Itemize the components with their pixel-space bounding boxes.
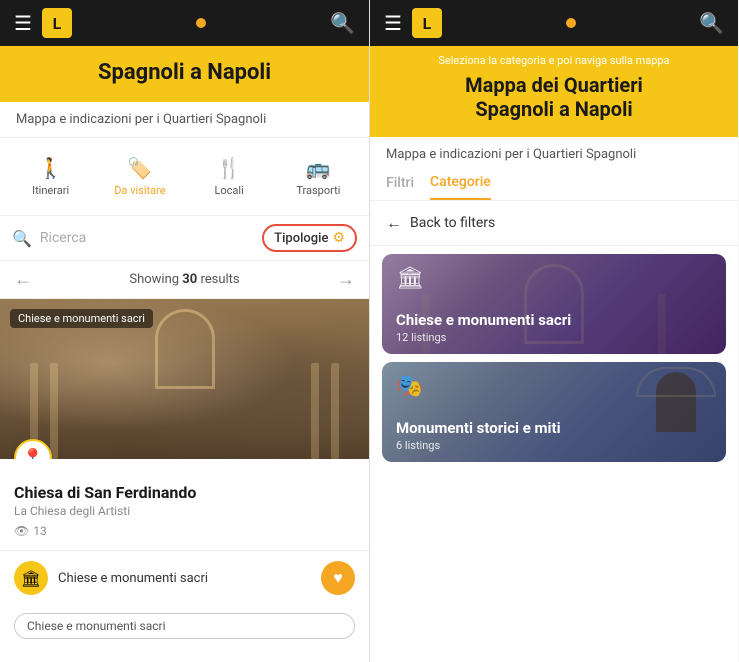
category-card-chiese[interactable]: 🏛 Chiese e monumenti sacri 12 listings: [382, 254, 726, 354]
description-bar-right: Mappa e indicazioni per i Quartieri Spag…: [370, 137, 738, 168]
filter-tabs: Filtri Categorie: [370, 168, 738, 201]
category-card-monumenti[interactable]: 🎭 Monumenti storici e miti 6 listings: [382, 362, 726, 462]
logo-right: L: [412, 8, 442, 38]
yellow-header-left: Spagnoli a Napoli: [0, 46, 369, 102]
card-image: Chiese e monumenti sacri 📍: [0, 299, 369, 459]
tab-itinerari-label: Itinerari: [32, 184, 69, 197]
tab-trasporti[interactable]: 🚌 Trasporti: [276, 150, 361, 203]
top-note: Seleziona la categoria e poi naviga sull…: [386, 54, 722, 67]
results-text: Showing 30 results: [129, 272, 239, 287]
description-text-left: Mappa e indicazioni per i Quartieri Spag…: [16, 112, 266, 127]
back-to-filters-button[interactable]: ← Back to filters: [370, 201, 738, 246]
description-bar-left: Mappa e indicazioni per i Quartieri Spag…: [0, 102, 369, 138]
views-icon: 👁: [14, 524, 29, 538]
tab-trasporti-label: Trasporti: [296, 184, 340, 197]
chiese-top-icon: 🏛: [396, 266, 424, 291]
trasporti-icon: 🚌: [306, 156, 331, 180]
cat-card-count-monumenti: 6 listings: [396, 439, 712, 452]
back-button-label: Back to filters: [410, 215, 495, 231]
filter-icon: ⚙: [332, 230, 345, 246]
category-cards-list: 🏛 Chiese e monumenti sacri 12 listings 🎭…: [370, 246, 738, 662]
tab-locali[interactable]: 🍴 Locali: [187, 150, 272, 203]
showing-text: Showing: [129, 272, 182, 287]
top-bar-left: ☰ L 🔍: [0, 0, 369, 46]
mini-card-icon: 🏛: [14, 561, 48, 595]
cat-card-title-chiese: Chiese e monumenti sacri: [396, 311, 712, 329]
hamburger-icon[interactable]: ☰: [14, 11, 32, 35]
prev-arrow[interactable]: ←: [14, 269, 32, 290]
results-navigation: ← Showing 30 results →: [0, 261, 369, 299]
tab-visitare-label: Da visitare: [114, 184, 165, 197]
search-input[interactable]: Ricerca: [40, 230, 254, 246]
column-center-left: [50, 363, 58, 459]
top-bar-left-group: ☰ L: [14, 8, 72, 38]
next-arrow[interactable]: →: [337, 269, 355, 290]
card-title: Chiesa di San Ferdinando: [14, 483, 355, 502]
mini-card[interactable]: 🏛 Chiese e monumenti sacri ♥: [0, 550, 369, 605]
locali-icon: 🍴: [217, 156, 242, 180]
yellow-header-right: Seleziona la categoria e poi naviga sull…: [370, 46, 738, 137]
search-icon-right[interactable]: 🔍: [699, 11, 724, 35]
search-magnifier-icon: 🔍: [12, 229, 32, 248]
views-count: 13: [33, 524, 47, 538]
column-right: [331, 363, 339, 459]
hamburger-icon-right[interactable]: ☰: [384, 11, 402, 35]
tab-categorie[interactable]: Categorie: [430, 174, 491, 200]
card-views: 👁 13: [14, 524, 355, 538]
cat-card-count-chiese: 12 listings: [396, 331, 712, 344]
back-arrow-icon: ←: [386, 213, 402, 233]
favorite-button[interactable]: ♥: [321, 561, 355, 595]
results-count: 30: [182, 272, 197, 287]
page-title-left: Spagnoli a Napoli: [16, 60, 353, 86]
tab-da-visitare[interactable]: 🏷️ Da visitare: [97, 150, 182, 203]
card-subtitle: La Chiesa degli Artisti: [14, 504, 355, 518]
itinerari-icon: 🚶: [38, 156, 63, 180]
title-text-right: Mappa dei Quartieri Spagnoli a Napoli: [465, 73, 643, 121]
page-title-right: Mappa dei Quartieri Spagnoli a Napoli: [386, 73, 722, 121]
card-content: Chiesa di San Ferdinando La Chiesa degli…: [0, 459, 369, 550]
arch-shape: [155, 309, 215, 389]
tipologie-label: Tipologie: [274, 231, 328, 246]
bottom-tag[interactable]: Chiese e monumenti sacri: [14, 613, 355, 639]
card-badge: Chiese e monumenti sacri: [10, 309, 153, 328]
mini-card-label: Chiese e monumenti sacri: [58, 571, 311, 586]
search-icon[interactable]: 🔍: [330, 11, 355, 35]
top-bar-right: ☰ L 🔍: [370, 0, 738, 46]
panel-right: ☰ L 🔍 Seleziona la categoria e poi navig…: [369, 0, 738, 662]
panel-left: ☰ L 🔍 Spagnoli a Napoli Mappa e indicazi…: [0, 0, 369, 662]
cat-card-overlay-monumenti: 🎭 Monumenti storici e miti 6 listings: [382, 362, 726, 462]
visitare-icon: 🏷️: [127, 156, 152, 180]
tipologie-button[interactable]: Tipologie ⚙: [262, 224, 357, 252]
top-bar-right-left-group: ☰ L: [384, 8, 442, 38]
cat-card-overlay-chiese: 🏛 Chiese e monumenti sacri 12 listings: [382, 254, 726, 354]
logo: L: [42, 8, 72, 38]
category-tabs: 🚶 Itinerari 🏷️ Da visitare 🍴 Locali 🚌 Tr…: [0, 138, 369, 216]
notification-dot-right: [566, 18, 576, 28]
tab-itinerari[interactable]: 🚶 Itinerari: [8, 150, 93, 203]
notification-dot: [196, 18, 206, 28]
description-text-right: Mappa e indicazioni per i Quartieri Spag…: [386, 147, 636, 162]
cat-card-title-monumenti: Monumenti storici e miti: [396, 419, 712, 437]
poi-card: Chiese e monumenti sacri 📍 Chiesa di San…: [0, 299, 369, 550]
column-center-right: [311, 363, 319, 459]
search-bar: 🔍 Ricerca Tipologie ⚙: [0, 216, 369, 261]
tab-filtri[interactable]: Filtri: [386, 175, 414, 199]
tab-locali-label: Locali: [214, 184, 243, 197]
monumenti-top-icon: 🎭: [396, 374, 423, 399]
results-suffix: results: [197, 272, 239, 287]
